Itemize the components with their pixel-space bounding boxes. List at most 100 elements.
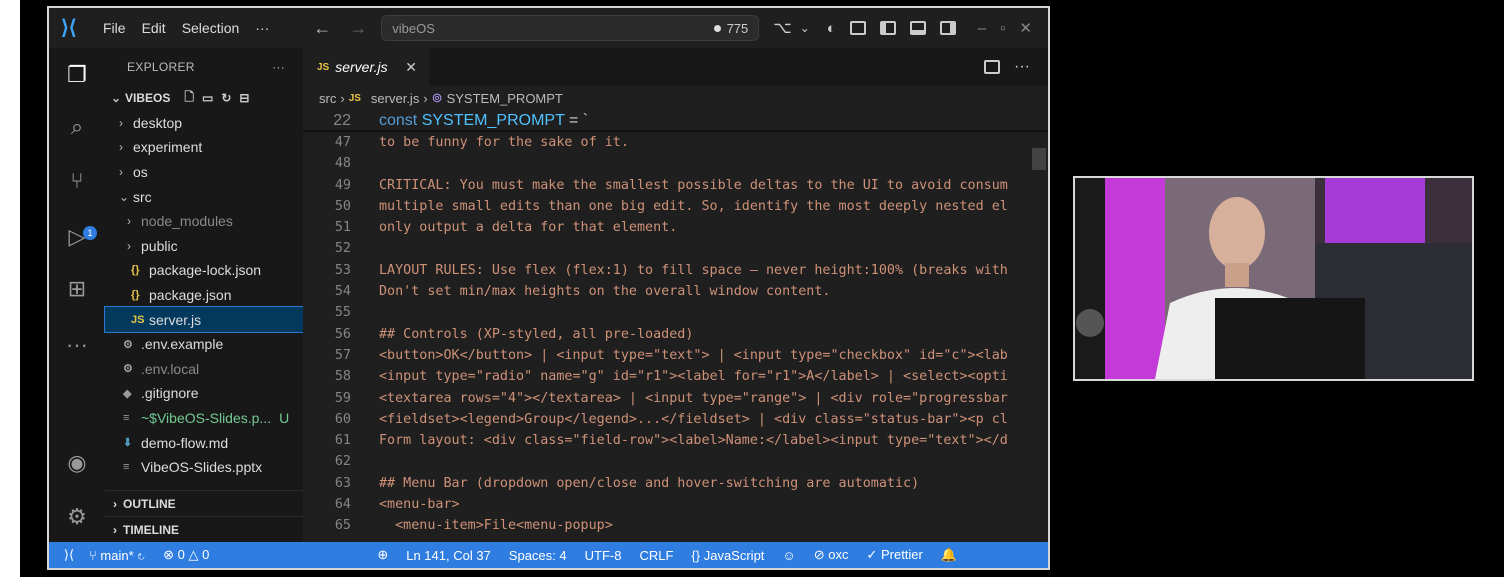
linter-status[interactable]: ⊘ oxc	[814, 547, 849, 563]
code-line[interactable]: 65 <menu-item>File<menu-popup>	[303, 515, 1048, 536]
chat-icon[interactable]: ⌥	[773, 18, 791, 38]
tree-item[interactable]: › os	[105, 160, 303, 185]
timeline-section[interactable]: › TIMELINE	[105, 516, 303, 542]
explorer-more-icon[interactable]: ···	[272, 60, 285, 74]
source-control-icon[interactable]: ⑂	[63, 168, 91, 194]
menu-file[interactable]: File	[103, 20, 126, 36]
restore-icon[interactable]: ▫	[1000, 20, 1005, 37]
cursor-position[interactable]: Ln 141, Col 37	[406, 548, 491, 563]
code-text: <fieldset><legend>Group</legend>...</fie…	[379, 411, 1008, 427]
editor-more-icon[interactable]: ···	[1014, 58, 1030, 76]
tree-item[interactable]: › node_modules	[105, 209, 303, 234]
chevron-down-icon[interactable]: ⌄	[800, 21, 810, 35]
tree-item[interactable]: {} package-lock.json	[105, 258, 303, 283]
code-line[interactable]: 55	[303, 302, 1048, 323]
branch-indicator[interactable]: ⑂ main* ↻	[89, 548, 145, 563]
code-line[interactable]: 60 <fieldset><legend>Group</legend>...</f…	[303, 409, 1048, 430]
copilot-status-icon[interactable]: ☺	[782, 548, 795, 563]
new-folder-icon[interactable]: ▭	[202, 91, 213, 105]
breadcrumb-file[interactable]: server.js	[371, 91, 419, 106]
breadcrumb-symbol[interactable]: SYSTEM_PROMPT	[447, 91, 563, 106]
close-tab-icon[interactable]: ✕	[405, 59, 417, 76]
indentation[interactable]: Spaces: 4	[509, 548, 567, 563]
code-line[interactable]: 63 ## Menu Bar (dropdown open/close and h…	[303, 473, 1048, 494]
code-line[interactable]: 64 <menu-bar>	[303, 494, 1048, 515]
search-icon[interactable]: ⌕	[63, 114, 91, 140]
tree-item[interactable]: ⌄ src	[105, 184, 303, 209]
notifications-bell-icon[interactable]: 🔔	[941, 547, 957, 563]
workspace-root-label: VIBEOS	[125, 91, 171, 106]
problems-indicator[interactable]: ⊗ 0 △ 0	[163, 547, 209, 563]
line-number: 22	[333, 112, 351, 129]
status-bar: ⟩⟨ ⑂ main* ↻ ⊗ 0 △ 0 ⊕ Ln 141, Col 37 Sp…	[49, 542, 1048, 568]
code-line[interactable]: 50 multiple small edits than one big edit…	[303, 196, 1048, 217]
layout-customize-icon[interactable]	[849, 21, 866, 35]
collapse-all-icon[interactable]: ⊟	[239, 91, 249, 105]
scrollbar-thumb[interactable]	[1032, 148, 1046, 170]
toggle-secondary-sidebar-icon[interactable]	[939, 21, 956, 35]
explorer-title: EXPLORER	[127, 60, 195, 74]
code-line[interactable]: 57 <button>OK</button> | <input type="tex…	[303, 345, 1048, 366]
code-line[interactable]: 61 Form layout: <div class="field-row"><l…	[303, 430, 1048, 451]
refresh-icon[interactable]: ↻	[221, 91, 231, 105]
workspace-root[interactable]: ⌄ VIBEOS 🗋 ▭ ↻ ⊟	[105, 86, 303, 111]
account-icon[interactable]: ◉	[63, 450, 91, 476]
tree-item[interactable]: ⚙ .env.example	[105, 332, 303, 357]
tree-item-label: .gitignore	[141, 385, 199, 402]
language-mode[interactable]: {} JavaScript	[691, 548, 764, 563]
breadcrumb-folder[interactable]: src	[319, 91, 336, 106]
editor-actions: ···	[984, 48, 1030, 86]
sticky-scroll-line[interactable]: 22 const SYSTEM_PROMPT = `	[303, 110, 1048, 132]
tree-item[interactable]: › experiment	[105, 135, 303, 160]
code-line[interactable]: 53 LAYOUT RULES: Use flex (flex:1) to fil…	[303, 260, 1048, 281]
code-line[interactable]: 62	[303, 451, 1048, 472]
menu-edit[interactable]: Edit	[142, 20, 166, 36]
chevron-right-icon: ›	[423, 90, 428, 106]
menu-more[interactable]: ···	[255, 20, 269, 36]
new-file-icon[interactable]: 🗋	[184, 88, 194, 109]
code-editor[interactable]: 47 to be funny for the sake of it. 48 49 CRI…	[303, 132, 1048, 542]
tree-item[interactable]: ⬇ demo-flow.md	[105, 430, 303, 455]
extensions-icon[interactable]: ⊞	[63, 276, 91, 302]
code-line[interactable]: 48	[303, 153, 1048, 174]
code-line[interactable]: 52	[303, 238, 1048, 259]
remote-indicator-icon[interactable]: ⟩⟨	[49, 542, 89, 568]
split-editor-icon[interactable]	[984, 60, 1001, 74]
end-of-line[interactable]: CRLF	[639, 548, 673, 563]
command-center[interactable]: vibeOS 775	[381, 15, 760, 41]
code-line[interactable]: 58 <input type="radio" name="g" id="r1"><…	[303, 366, 1048, 387]
code-line[interactable]: 49 CRITICAL: You must make the smallest p…	[303, 175, 1048, 196]
back-arrow-icon[interactable]: ←	[313, 18, 331, 39]
more-views-icon[interactable]: ···	[63, 332, 91, 358]
outline-section[interactable]: › OUTLINE	[105, 490, 303, 516]
tree-item[interactable]: ≡ VibeOS-Slides.pptx	[105, 455, 303, 480]
run-debug-icon[interactable]: ▷	[63, 224, 91, 250]
code-line[interactable]: 59 <textarea rows="4"></textarea> | <inpu…	[303, 388, 1048, 409]
tree-item[interactable]: ◆ .gitignore	[105, 381, 303, 406]
code-line[interactable]: 54 Don't set min/max heights on the overa…	[303, 281, 1048, 302]
line-number: 47	[334, 135, 351, 150]
tree-item[interactable]: › desktop	[105, 111, 303, 136]
forward-arrow-icon[interactable]: →	[349, 18, 367, 39]
tree-item[interactable]: › public	[105, 234, 303, 259]
tree-item[interactable]: JS server.js	[104, 306, 304, 333]
settings-gear-icon[interactable]: ⚙	[63, 504, 91, 530]
minimize-icon[interactable]: –	[978, 20, 986, 37]
copilot-icon[interactable]: ◐	[827, 20, 836, 37]
toggle-sidebar-icon[interactable]	[879, 21, 896, 35]
explorer-icon[interactable]: ❐	[63, 62, 91, 88]
tree-item[interactable]: ≡ ~$VibeOS-Slides.p... U	[105, 406, 303, 431]
zoom-icon[interactable]: ⊕	[377, 547, 388, 563]
close-icon[interactable]: ✕	[1019, 19, 1032, 37]
tree-item[interactable]: ⚙ .env.local	[105, 357, 303, 382]
code-line[interactable]: 56 ## Controls (XP-styled, all pre-loaded…	[303, 324, 1048, 345]
toggle-panel-icon[interactable]	[909, 21, 926, 35]
menu-selection[interactable]: Selection	[182, 20, 240, 36]
formatter-status[interactable]: ✓ Prettier	[866, 547, 922, 563]
encoding[interactable]: UTF-8	[585, 548, 622, 563]
tree-item[interactable]: {} package.json	[105, 283, 303, 308]
code-line[interactable]: 47 to be funny for the sake of it.	[303, 132, 1048, 153]
code-line[interactable]: 51 only output a delta for that element.	[303, 217, 1048, 238]
tab-server-js[interactable]: JS server.js ✕	[303, 48, 429, 86]
line-number: 56	[334, 326, 351, 342]
